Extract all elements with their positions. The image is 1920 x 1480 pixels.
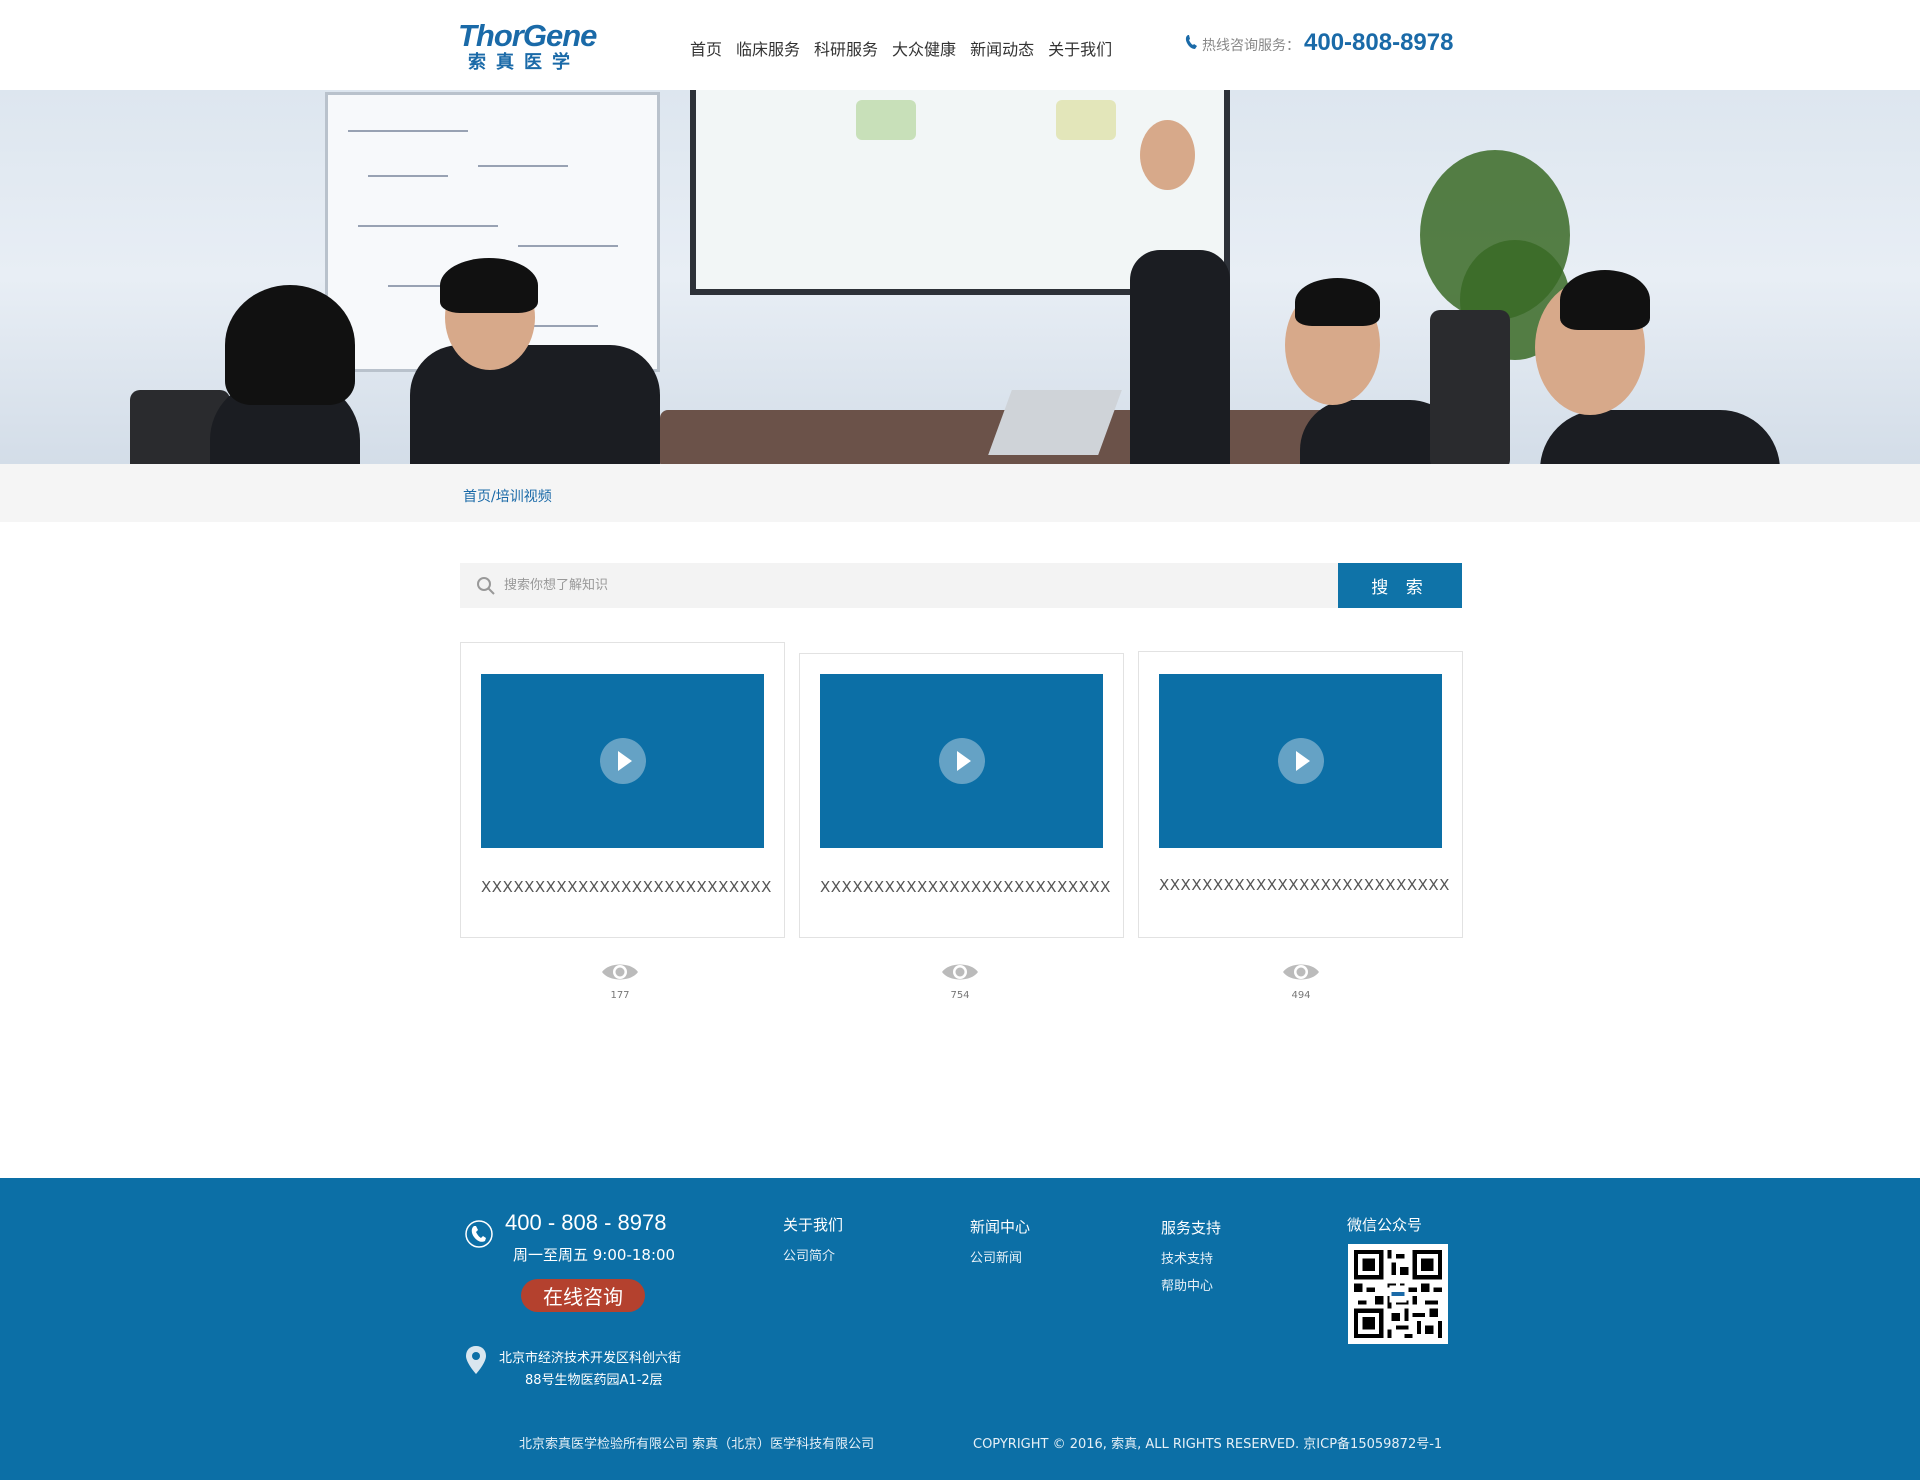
video-title[interactable]: XXXXXXXXXXXXXXXXXXXXXXXXXXX [820, 878, 1111, 896]
hotline-number: 400-808-8978 [1304, 29, 1454, 56]
video-card[interactable]: XXXXXXXXXXXXXXXXXXXXXXXXXXX [799, 653, 1124, 938]
online-consult-button[interactable]: 在线咨询 [521, 1279, 645, 1312]
footer-link-company-intro[interactable]: 公司简介 [783, 1245, 843, 1264]
view-counter: 754 [920, 960, 1000, 1001]
eye-icon [1283, 964, 1319, 980]
view-counter: 494 [1261, 960, 1341, 1001]
phone-icon [465, 1220, 493, 1248]
eye-icon [602, 964, 638, 980]
view-count: 177 [610, 990, 630, 1001]
wechat-title: 微信公众号 [1347, 1216, 1423, 1234]
hero-banner [0, 90, 1920, 464]
footer-company-names: 北京索真医学检验所有限公司 索真（北京）医学科技有限公司 [519, 1437, 875, 1452]
search-input[interactable] [504, 563, 1324, 608]
nav-item-health[interactable]: 大众健康 [892, 36, 956, 60]
hotline-label: 热线咨询服务： [1202, 38, 1300, 54]
footer-col-title: 关于我们 [783, 1216, 844, 1234]
footer-col-about: 关于我们 公司简介 [783, 1214, 843, 1264]
nav-item-news[interactable]: 新闻动态 [970, 36, 1034, 60]
video-thumbnail[interactable] [1159, 674, 1442, 848]
video-card[interactable]: XXXXXXXXXXXXXXXXXXXXXXXXXXX [460, 642, 785, 938]
search-box [460, 563, 1338, 608]
footer-col-support: 服务支持 技术支持 帮助中心 [1161, 1217, 1221, 1294]
footer-link-tech-support[interactable]: 技术支持 [1161, 1248, 1221, 1267]
logo[interactable]: ThorGene 索真医学 [458, 18, 608, 74]
video-thumbnail[interactable] [820, 674, 1103, 848]
footer-address-line2: 88号生物医药园A1-2层 [525, 1373, 663, 1388]
location-pin-icon [466, 1346, 486, 1374]
view-counter: 177 [580, 960, 660, 1001]
main-nav: 首页 临床服务 科研服务 大众健康 新闻动态 关于我们 [690, 36, 1126, 60]
nav-item-research[interactable]: 科研服务 [814, 36, 878, 60]
video-title[interactable]: XXXXXXXXXXXXXXXXXXXXXXXXXXX [481, 878, 772, 896]
footer-hours: 周一至周五 9:00-18:00 [513, 1246, 676, 1264]
footer-col-news: 新闻中心 公司新闻 [970, 1216, 1030, 1266]
footer-address-line1: 北京市经济技术开发区科创六街 [499, 1351, 682, 1366]
video-title[interactable]: XXXXXXXXXXXXXXXXXXXXXXXXXXX [1159, 876, 1450, 894]
play-icon[interactable] [599, 738, 646, 784]
breadcrumb[interactable]: 首页/培训视频 [463, 486, 552, 506]
logo-text-cn: 索真医学 [468, 52, 580, 73]
footer-col-title: 服务支持 [1161, 1219, 1222, 1237]
video-card[interactable]: XXXXXXXXXXXXXXXXXXXXXXXXXXX [1138, 651, 1463, 938]
hotline: 热线咨询服务： 400-808-8978 [1185, 29, 1453, 57]
phone-icon [1185, 35, 1197, 49]
video-thumbnail[interactable] [481, 674, 764, 848]
search-button[interactable]: 搜 索 [1338, 563, 1462, 608]
footer-copyright: COPYRIGHT © 2016, 索真, ALL RIGHTS RESERVE… [973, 1437, 1443, 1452]
view-count: 494 [1291, 990, 1311, 1001]
play-icon[interactable] [1277, 738, 1324, 784]
footer-phone: 400 - 808 - 8978 [505, 1210, 667, 1235]
play-icon[interactable] [938, 738, 985, 784]
nav-item-clinical[interactable]: 临床服务 [736, 36, 800, 60]
site-header: ThorGene 索真医学 首页 临床服务 科研服务 大众健康 新闻动态 关于我… [0, 0, 1920, 90]
view-count: 754 [950, 990, 970, 1001]
eye-icon [942, 964, 978, 980]
nav-item-home[interactable]: 首页 [690, 36, 722, 60]
footer-link-company-news[interactable]: 公司新闻 [970, 1247, 1030, 1266]
site-footer: 400 - 808 - 8978 周一至周五 9:00-18:00 在线咨询 北… [0, 1178, 1920, 1480]
wechat-qr-code [1348, 1244, 1448, 1344]
search-icon [477, 577, 495, 595]
footer-col-title: 新闻中心 [970, 1218, 1031, 1236]
nav-item-about[interactable]: 关于我们 [1048, 36, 1112, 60]
breadcrumb-bar: 首页/培训视频 [0, 464, 1920, 522]
footer-link-help-center[interactable]: 帮助中心 [1161, 1275, 1221, 1294]
